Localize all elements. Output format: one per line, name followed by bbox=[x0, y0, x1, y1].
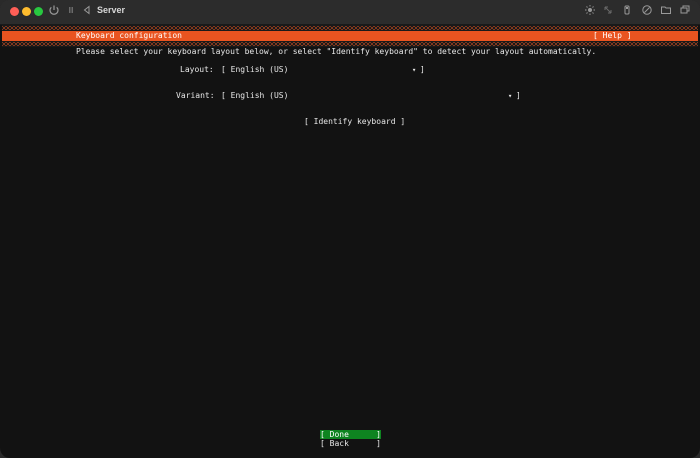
usb-drive-icon[interactable] bbox=[621, 4, 635, 18]
back-button-close: ] bbox=[376, 439, 381, 448]
done-button-label: [ Done bbox=[320, 430, 349, 439]
back-icon[interactable] bbox=[80, 4, 94, 18]
terminal-screen[interactable]: Keyboard configuration [ Help ] Please s… bbox=[0, 25, 700, 458]
maximize-window-button[interactable] bbox=[34, 7, 43, 16]
layout-close-bracket: ] bbox=[420, 65, 425, 74]
title-bar: Server bbox=[0, 0, 700, 25]
close-window-button[interactable] bbox=[10, 7, 19, 16]
back-button[interactable]: [ Back ] bbox=[320, 439, 381, 448]
page-title: Keyboard configuration bbox=[76, 31, 182, 40]
windows-icon[interactable] bbox=[679, 4, 693, 18]
resize-icon[interactable] bbox=[602, 4, 616, 18]
vm-window: Server Keyboard configuration [ Help ] P… bbox=[0, 0, 700, 458]
identify-keyboard-button[interactable]: [ Identify keyboard ] bbox=[304, 117, 405, 127]
pause-icon[interactable] bbox=[64, 4, 78, 18]
layout-value: [ English (US) bbox=[221, 65, 289, 74]
minimize-window-button[interactable] bbox=[22, 7, 31, 16]
variant-value: [ English (US) bbox=[221, 91, 289, 100]
brightness-icon[interactable] bbox=[584, 4, 598, 18]
window-title: Server bbox=[97, 5, 126, 15]
variant-dropdown-icon: ▾ bbox=[508, 92, 513, 100]
back-button-label: [ Back bbox=[320, 439, 349, 448]
variant-label: Variant: bbox=[176, 91, 215, 100]
intro-text: Please select your keyboard layout below… bbox=[76, 47, 597, 56]
done-button-close: ] bbox=[376, 430, 381, 439]
layout-dropdown-icon: ▾ bbox=[412, 66, 417, 74]
done-button[interactable]: [ Done ] bbox=[320, 430, 381, 439]
variant-close-bracket: ] bbox=[516, 91, 521, 100]
help-button[interactable]: [ Help ] bbox=[593, 31, 632, 41]
shared-folder-icon[interactable] bbox=[660, 4, 674, 18]
power-icon[interactable] bbox=[47, 4, 61, 18]
disc-icon[interactable] bbox=[641, 4, 655, 18]
header-bar: Keyboard configuration [ Help ] bbox=[2, 31, 698, 41]
layout-label: Layout: bbox=[180, 65, 214, 74]
